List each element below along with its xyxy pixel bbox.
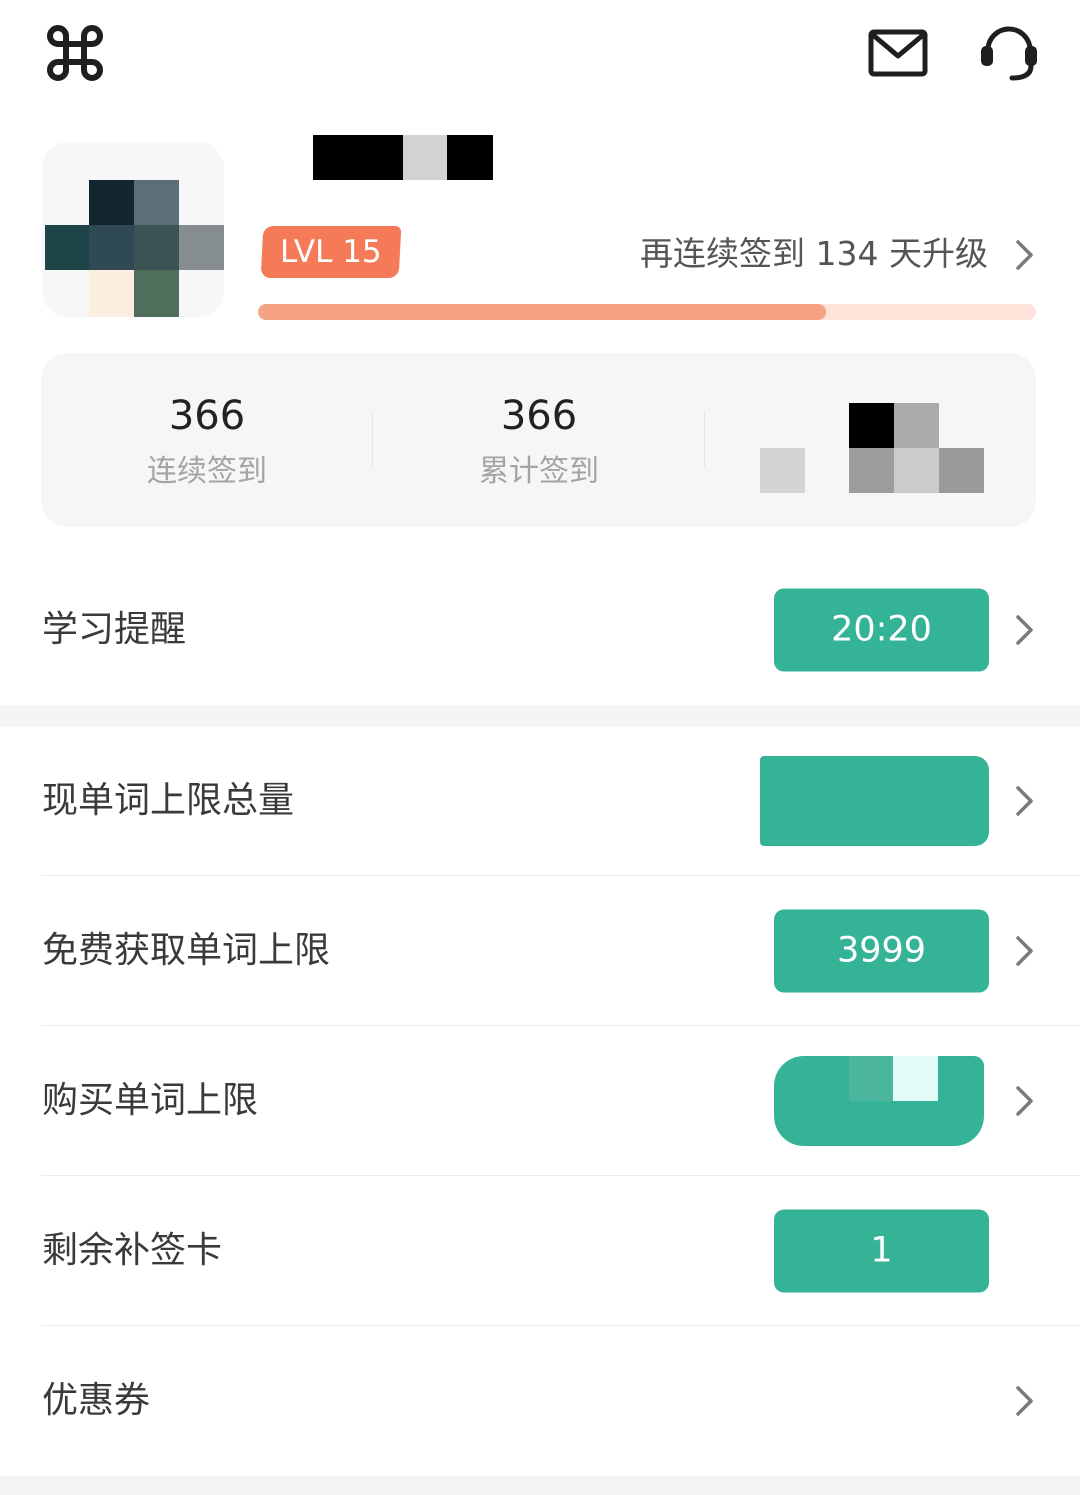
avatar[interactable] bbox=[42, 142, 224, 317]
setting-label: 免费获取单词上限 bbox=[42, 930, 331, 971]
section-gap bbox=[0, 1476, 1080, 1495]
stat-value: 366 bbox=[168, 393, 246, 439]
chevron-right-icon[interactable] bbox=[1014, 784, 1036, 818]
setting-row-reminder[interactable]: 学习提醒 20:20 bbox=[0, 555, 1080, 705]
stat-mosaic bbox=[760, 403, 984, 493]
setting-label: 优惠券 bbox=[42, 1380, 151, 1421]
chevron-right-icon[interactable] bbox=[1014, 1384, 1036, 1418]
stat-masked bbox=[705, 353, 1037, 527]
top-bar bbox=[0, 0, 1080, 110]
free-word-limit-badge[interactable]: 3999 bbox=[774, 909, 989, 993]
makeup-cards-badge[interactable]: 1 bbox=[774, 1209, 989, 1293]
stat-label: 累计签到 bbox=[479, 454, 599, 489]
setting-row-free-word-limit[interactable]: 免费获取单词上限 3999 bbox=[0, 876, 1080, 1026]
level-badge: LVL 15 bbox=[260, 226, 402, 278]
setting-label: 学习提醒 bbox=[42, 609, 187, 650]
stat-label: 连续签到 bbox=[147, 454, 267, 489]
word-limit-total-badge[interactable] bbox=[760, 756, 989, 846]
checkin-stats-card: 366 连续签到 366 累计签到 bbox=[41, 353, 1036, 527]
setting-label: 剩余补签卡 bbox=[42, 1230, 223, 1271]
username-masked bbox=[313, 135, 493, 180]
level-progress-bar bbox=[258, 304, 1036, 320]
envelope-icon[interactable] bbox=[868, 28, 928, 78]
headset-icon[interactable] bbox=[978, 22, 1040, 84]
buy-word-limit-badge[interactable] bbox=[774, 1056, 984, 1146]
setting-row-buy-word-limit[interactable]: 购买单词上限 bbox=[0, 1026, 1080, 1176]
level-progress-fill bbox=[258, 304, 826, 320]
section-gap bbox=[0, 705, 1080, 727]
chevron-right-icon[interactable] bbox=[1014, 613, 1036, 647]
profile-section: LVL 15 再连续签到 134 天升级 bbox=[0, 120, 1080, 340]
chevron-right-icon[interactable] bbox=[1014, 238, 1036, 272]
setting-label: 现单词上限总量 bbox=[42, 780, 295, 821]
level-label: LVL 15 bbox=[280, 234, 382, 270]
setting-row-coupons[interactable]: 优惠券 bbox=[0, 1326, 1080, 1476]
setting-row-word-limit-total[interactable]: 现单词上限总量 bbox=[0, 726, 1080, 876]
stat-consecutive-checkin: 366 连续签到 bbox=[41, 353, 373, 527]
setting-row-makeup-cards[interactable]: 剩余补签卡 1 bbox=[0, 1176, 1080, 1326]
command-grid-icon[interactable] bbox=[46, 24, 104, 82]
setting-label: 购买单词上限 bbox=[42, 1080, 259, 1121]
stat-total-checkin: 366 累计签到 bbox=[373, 353, 705, 527]
chevron-right-icon[interactable] bbox=[1014, 934, 1036, 968]
upgrade-hint[interactable]: 再连续签到 134 天升级 bbox=[640, 232, 988, 276]
chevron-right-icon[interactable] bbox=[1014, 1084, 1036, 1118]
reminder-time-badge[interactable]: 20:20 bbox=[774, 588, 989, 672]
avatar-mosaic bbox=[45, 180, 224, 317]
stat-value: 366 bbox=[500, 393, 578, 439]
